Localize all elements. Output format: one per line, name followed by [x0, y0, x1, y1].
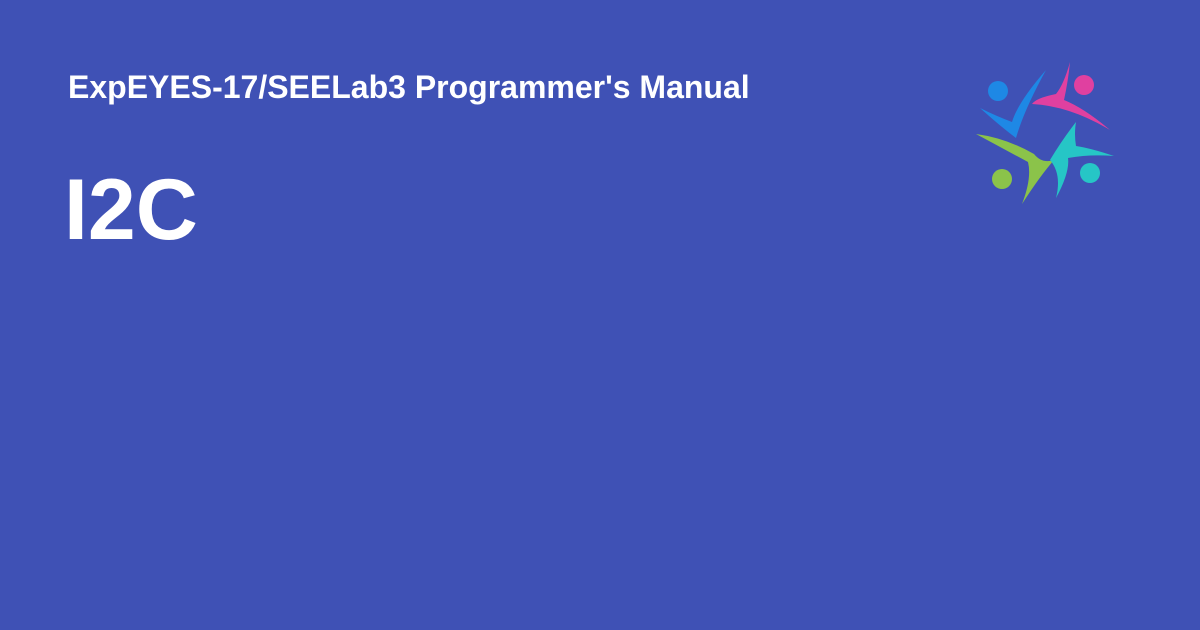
- people-circle-logo-icon: [976, 62, 1114, 204]
- page-title: I2C: [64, 162, 198, 258]
- logo-teal-head: [1080, 163, 1100, 183]
- social-card: ExpEYES-17/SEELab3 Programmer's Manual I…: [0, 0, 1200, 630]
- logo-teal-arm: [1050, 122, 1114, 198]
- logo-magenta-head: [1074, 75, 1094, 95]
- logo-green-arm: [976, 134, 1054, 204]
- site-title: ExpEYES-17/SEELab3 Programmer's Manual: [68, 69, 750, 105]
- logo-magenta-arm: [1032, 62, 1110, 130]
- logo-green-head: [992, 169, 1012, 189]
- logo-blue-head: [988, 81, 1008, 101]
